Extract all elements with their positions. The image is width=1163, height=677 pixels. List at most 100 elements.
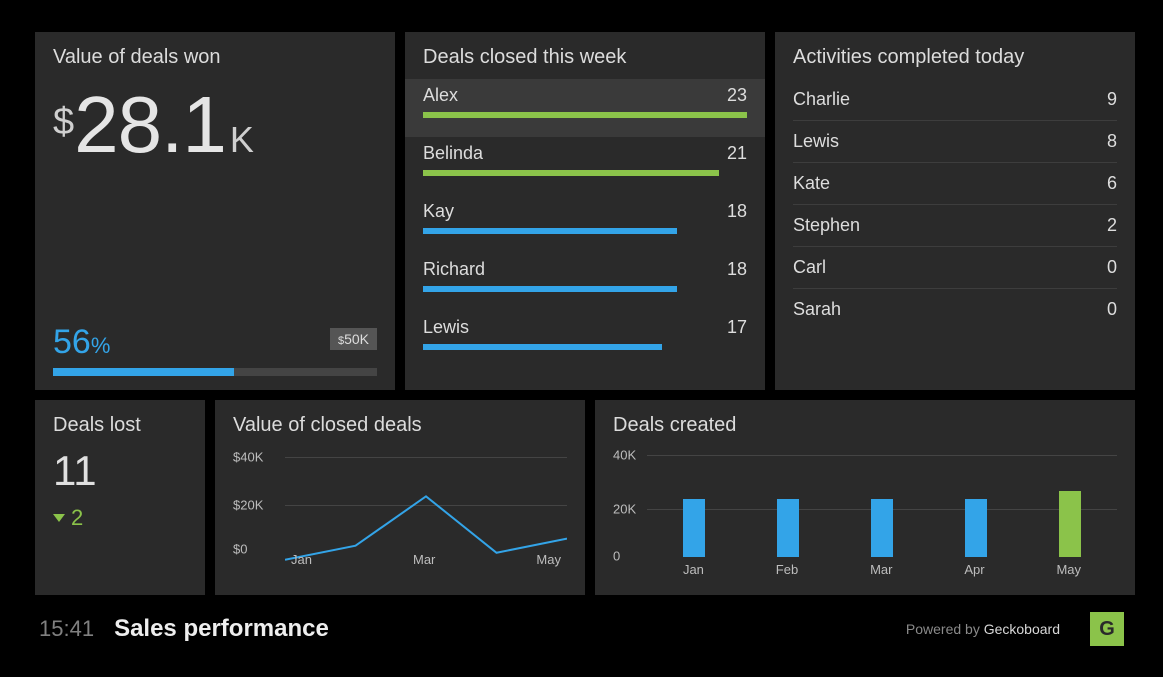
footer-title: Sales performance: [114, 615, 329, 643]
x-axis: JanFebMarAprMay: [647, 562, 1117, 577]
activity-row: Lewis 8: [793, 121, 1117, 163]
target-value: 50: [344, 331, 360, 347]
lb-value: 23: [727, 85, 747, 106]
kpi-value: $28.1K: [53, 79, 377, 171]
lb-name: Lewis: [423, 317, 469, 338]
y-tick: $20K: [233, 497, 263, 512]
y-tick: $40K: [233, 449, 263, 464]
x-tick: Mar: [413, 552, 435, 567]
bar: [965, 499, 987, 557]
lb-track: [423, 112, 747, 118]
footer-credit: Powered by Geckoboard: [906, 621, 1060, 637]
lb-value: 18: [727, 259, 747, 280]
x-axis: Jan Mar May: [285, 552, 567, 567]
lb-name: Belinda: [423, 143, 483, 164]
currency-symbol: $: [53, 101, 74, 143]
activity-value: 8: [1107, 131, 1117, 152]
panel-title: Deals created: [613, 414, 1117, 437]
bar: [683, 499, 705, 557]
activity-row: Carl 0: [793, 247, 1117, 289]
activity-value: 9: [1107, 89, 1117, 110]
lb-value: 21: [727, 143, 747, 164]
activity-value: 2: [1107, 215, 1117, 236]
line-chart: $40K $20K $0 Jan Mar May: [233, 447, 567, 567]
activity-value: 0: [1107, 257, 1117, 278]
bar: [1059, 491, 1081, 557]
progress-fill: [53, 368, 234, 376]
panel-title: Activities completed today: [793, 46, 1117, 69]
leaderboard-row: Lewis 17: [423, 311, 747, 369]
dashboard-grid: Value of deals won $28.1K 56% $50K Deals…: [35, 32, 1128, 595]
bar: [871, 499, 893, 557]
deals-lost-delta: 2: [53, 505, 187, 531]
dashboard-footer: 15:41 Sales performance Powered by Gecko…: [35, 605, 1128, 653]
panel-deals-closed-week: Deals closed this week Alex 23 Belinda 21 Ka…: [405, 32, 765, 390]
credit-brand: Geckoboard: [984, 621, 1060, 637]
leaderboard-row: Richard 18: [423, 253, 747, 311]
y-tick: 0: [613, 549, 620, 564]
lb-fill: [423, 286, 677, 292]
activity-name: Carl: [793, 257, 826, 278]
deals-lost-value: 11: [53, 447, 187, 495]
delta-value: 2: [71, 505, 83, 531]
panel-deals-created: Deals created 40K 20K 0 JanFebMarAprMay: [595, 400, 1135, 595]
lb-track: [423, 228, 747, 234]
lb-track: [423, 344, 747, 350]
lb-track: [423, 170, 747, 176]
lb-fill: [423, 344, 662, 350]
panel-value-deals-won: Value of deals won $28.1K 56% $50K: [35, 32, 395, 390]
x-tick: Feb: [776, 562, 798, 577]
panel-title: Deals closed this week: [423, 46, 747, 69]
lb-track: [423, 286, 747, 292]
lb-fill: [423, 228, 677, 234]
activity-table: Charlie9Lewis8Kate6Stephen2Carl0Sarah0: [793, 79, 1117, 330]
kpi-percent-value: 56: [53, 323, 91, 361]
activity-value: 6: [1107, 173, 1117, 194]
lb-fill: [423, 170, 719, 176]
progress-track: [53, 368, 377, 376]
kpi-target-badge: $50K: [330, 328, 377, 350]
leaderboard-row: Alex 23: [405, 79, 765, 137]
lb-fill: [423, 112, 747, 118]
panel-title: Deals lost: [53, 414, 187, 437]
activity-name: Charlie: [793, 89, 850, 110]
percent-sign: %: [91, 333, 111, 358]
line-series: [285, 496, 567, 559]
kpi-percent: 56%: [53, 323, 377, 362]
activity-name: Lewis: [793, 131, 839, 152]
bar: [777, 499, 799, 557]
x-tick: Jan: [683, 562, 704, 577]
leaderboard: Alex 23 Belinda 21 Kay18 Richard 18 Lewis 17: [423, 79, 747, 369]
activity-row: Charlie 9: [793, 79, 1117, 121]
bar-chart: 40K 20K 0 JanFebMarAprMay: [613, 447, 1117, 577]
activity-name: Stephen: [793, 215, 860, 236]
x-tick: May: [1056, 562, 1081, 577]
lb-value: 18: [727, 201, 747, 222]
leaderboard-row: Belinda 21: [423, 137, 747, 195]
activity-row: Kate6: [793, 163, 1117, 205]
lb-name: Richard: [423, 259, 485, 280]
activity-row: Stephen 2: [793, 205, 1117, 247]
activity-row: Sarah0: [793, 289, 1117, 330]
bar-plot-area: [647, 447, 1117, 557]
activity-value: 0: [1107, 299, 1117, 320]
panel-value-closed-deals: Value of closed deals $40K $20K $0 Jan M…: [215, 400, 585, 595]
target-unit: K: [360, 331, 369, 347]
panel-activities-today: Activities completed today Charlie 9 Lewis…: [775, 32, 1135, 390]
x-tick: Apr: [964, 562, 984, 577]
dashboard-row-2: Deals lost 11 2 Value of closed deals $4…: [35, 400, 1135, 595]
line-chart-svg: [285, 447, 567, 595]
kpi-footer: 56% $50K: [53, 323, 377, 376]
lb-name: Alex: [423, 85, 458, 106]
lb-value: 17: [727, 317, 747, 338]
credit-prefix: Powered by: [906, 621, 984, 637]
panel-title: Value of deals won: [53, 46, 377, 69]
panel-title: Value of closed deals: [233, 414, 567, 437]
kpi-number: 28.1: [74, 80, 226, 169]
leaderboard-row: Kay18: [423, 195, 747, 253]
footer-time: 15:41: [39, 616, 94, 642]
y-tick: 20K: [613, 502, 636, 517]
x-tick: May: [536, 552, 561, 567]
y-tick: 40K: [613, 447, 636, 462]
geckoboard-logo-icon: G: [1090, 612, 1124, 646]
